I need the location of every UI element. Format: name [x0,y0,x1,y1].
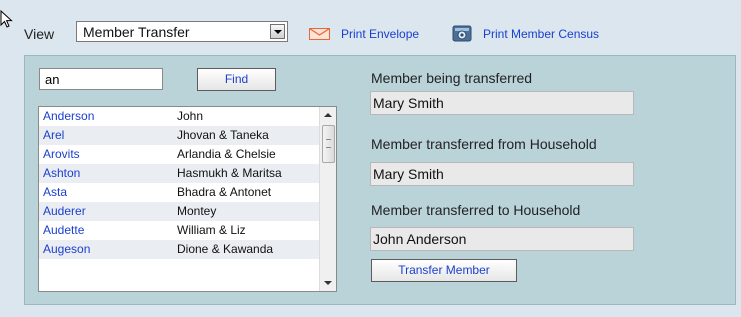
list-item[interactable]: Asta Bhadra & Antonet [39,183,319,202]
view-select-value: Member Transfer [83,24,190,40]
member-last-name[interactable]: Arovits [39,145,177,164]
transferred-to-household-field: John Anderson [370,227,634,251]
list-scrollbar[interactable] [319,107,336,291]
list-item[interactable]: Anderson John [39,107,319,126]
list-item[interactable]: Arovits Arlandia & Chelsie [39,145,319,164]
find-button[interactable]: Find [197,68,276,91]
member-first-names: Montey [177,204,217,218]
member-last-name[interactable]: Augeson [39,240,177,259]
member-being-transferred-field: Mary Smith [370,91,634,115]
transferred-from-household-label: Member transferred from Household [371,136,597,152]
view-label: View [24,26,55,42]
scroll-down-icon[interactable] [320,275,336,291]
member-last-name[interactable]: Auderer [39,202,177,221]
member-last-name[interactable]: Audette [39,221,177,240]
member-list[interactable]: Anderson John Arel Jhovan & Taneka Arovits Ar… [38,106,337,292]
list-item[interactable]: Augeson Dione & Kawanda [39,240,319,259]
transfer-member-button[interactable]: Transfer Member [371,259,517,282]
toolbar: View Member Transfer Print Envelope Prin… [0,0,741,52]
member-first-names: John [177,109,204,123]
transferred-from-household-field: Mary Smith [370,162,634,186]
census-icon[interactable] [452,23,472,43]
member-last-name[interactable]: Asta [39,183,177,202]
member-last-name[interactable]: Anderson [39,107,177,126]
envelope-icon[interactable] [309,28,330,40]
member-last-name[interactable]: Ashton [39,164,177,183]
member-list-rows: Anderson John Arel Jhovan & Taneka Arovits Ar… [39,107,319,259]
member-transfer-panel: Find AndersonJohnArelJhovan & TanekaArov… [24,55,736,305]
member-first-names: Hasmukh & Maritsa [177,166,282,180]
member-first-names: William & Liz [177,223,246,237]
member-last-name[interactable]: Arel [39,126,177,145]
scroll-up-icon[interactable] [320,107,336,123]
view-select[interactable]: Member Transfer [76,21,288,42]
member-first-names: Dione & Kawanda [177,242,274,256]
transferred-to-household-label: Member transferred to Household [371,202,581,218]
print-member-census-link[interactable]: Print Member Census [483,27,599,41]
list-item[interactable]: Arel Jhovan & Taneka [39,126,319,145]
list-item[interactable]: Audette William & Liz [39,221,319,240]
member-first-names: Jhovan & Taneka [177,128,269,142]
chevron-down-icon[interactable] [270,24,285,39]
list-item[interactable]: Ashton Hasmukh & Maritsa [39,164,319,183]
list-item[interactable]: Auderer Montey [39,202,319,221]
member-first-names: Arlandia & Chelsie [177,147,276,161]
member-first-names: Bhadra & Antonet [177,185,272,199]
member-being-transferred-label: Member being transferred [371,70,533,86]
print-envelope-link[interactable]: Print Envelope [341,27,419,41]
search-input[interactable] [39,68,163,90]
scroll-thumb[interactable] [322,125,335,163]
